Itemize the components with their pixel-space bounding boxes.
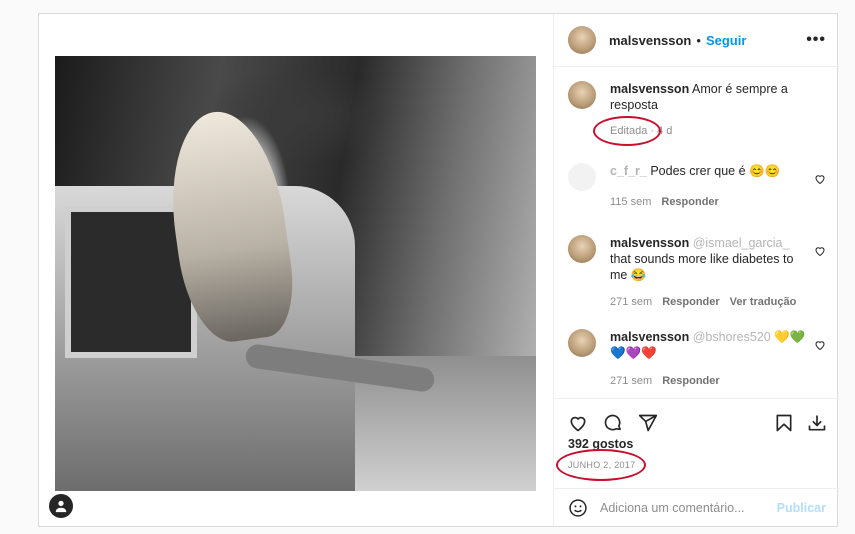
comment-username[interactable]: c_f_r_ [610,164,647,178]
caption-username[interactable]: malsvensson [610,82,689,96]
highlight-ring-edited [593,116,661,146]
post-header: malsvensson • Seguir ••• [554,14,840,67]
save-bookmark-icon[interactable] [774,413,794,433]
avatar[interactable] [568,81,596,109]
tagged-users-button[interactable] [49,494,73,518]
comment-icon[interactable] [603,413,623,433]
list-item: c_f_r_ Podes crer que é 😊😊 115 sem Respon… [568,163,826,213]
comment-input[interactable]: Adiciona um comentário... [600,501,745,515]
list-item: malsvensson @ismael_garcia_ that sounds … [568,235,826,315]
avatar[interactable] [568,26,596,54]
avatar[interactable] [568,235,596,263]
comment-mention[interactable]: @ismael_garcia_ [693,236,790,250]
like-comment-heart-icon[interactable] [814,339,826,351]
emoji-icon[interactable] [568,498,588,518]
comment-text-block: malsvensson @ismael_garcia_ that sounds … [610,235,810,283]
comment-text-block: c_f_r_ Podes crer que é 😊😊 [610,163,810,179]
post-photo[interactable] [55,56,536,491]
list-item: malsvensson @bshores520 💛💚💙💜❤️ 271 sem Re… [568,329,826,389]
translate-button[interactable]: Ver tradução [730,296,797,308]
highlight-ring-date [556,449,646,481]
comments-list: malsvensson Amor é sempre a resposta Edi… [554,67,840,389]
comment-meta: 271 sem Responder Ver tradução [610,296,796,308]
media-area [39,14,553,526]
follow-button[interactable]: Seguir [706,33,746,48]
comment-mention[interactable]: @bshores520 [693,330,771,344]
reply-button[interactable]: Responder [661,196,718,208]
comment-text: Podes crer que é 😊😊 [650,164,781,178]
like-heart-icon[interactable] [568,413,588,433]
avatar[interactable] [568,329,596,357]
reply-button[interactable]: Responder [662,375,719,387]
comment-meta: 271 sem Responder [610,375,720,387]
post-card: malsvensson • Seguir ••• malsvensson Amo… [38,13,840,527]
comment-meta: 115 sem Responder [610,196,719,208]
caption-text-block: malsvensson Amor é sempre a resposta [610,81,810,113]
comment-time: 271 sem [610,375,653,387]
like-comment-heart-icon[interactable] [814,173,826,185]
more-options-icon[interactable]: ••• [806,31,826,49]
share-icon[interactable] [638,413,658,433]
user-icon [55,500,67,513]
comment-username[interactable]: malsvensson [610,330,689,344]
comment-time: 271 sem [610,296,653,308]
comment-username[interactable]: malsvensson [610,236,689,250]
reply-button[interactable]: Responder [662,296,719,308]
header-username[interactable]: malsvensson [609,33,691,48]
comment-text-block: malsvensson @bshores520 💛💚💙💜❤️ [610,329,810,361]
comment-time: 115 sem [610,196,652,208]
add-comment-bar: Adiciona um comentário... Publicar [554,488,840,526]
like-comment-heart-icon[interactable] [814,245,826,257]
publish-button[interactable]: Publicar [777,501,826,515]
separator-dot: • [696,32,701,48]
post-actions [554,398,840,439]
comment-text: that sounds more like diabetes to me 😂 [610,252,794,282]
avatar[interactable] [568,163,596,191]
download-icon[interactable] [807,413,827,433]
